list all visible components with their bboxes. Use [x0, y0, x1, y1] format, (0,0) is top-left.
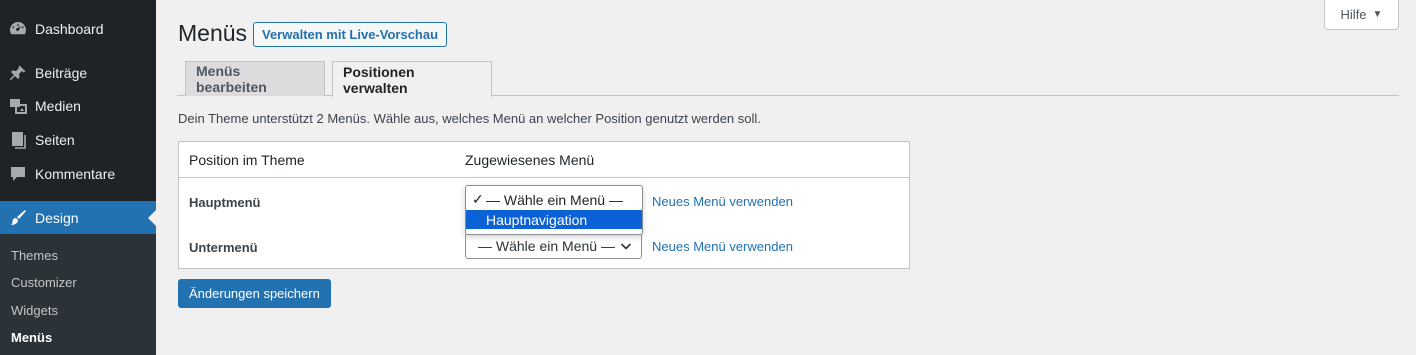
sub-menu-select[interactable]: — Wähle ein Menü — — [465, 233, 642, 259]
page-title: Menüs — [178, 20, 248, 46]
comment-icon — [8, 164, 28, 184]
new-menu-link-sub[interactable]: Neues Menü verwenden — [652, 239, 793, 254]
media-icon — [8, 96, 28, 116]
sidebar-item-label: Medien — [35, 98, 81, 114]
submenu-item-widgets[interactable]: Widgets — [11, 303, 58, 318]
sidebar-item-label: Kommentare — [35, 166, 116, 182]
sidebar-item-label: Beiträge — [35, 65, 88, 81]
tab-edit-menus[interactable]: Menüs bearbeiten — [185, 61, 325, 96]
sidebar-item-dashboard[interactable]: Dashboard — [0, 12, 156, 46]
pages-icon — [8, 130, 28, 150]
brush-icon — [8, 208, 28, 228]
new-menu-link-main[interactable]: Neues Menü verwenden — [652, 194, 793, 209]
help-label: Hilfe — [1340, 7, 1367, 22]
column-header-position: Position im Theme — [189, 152, 305, 168]
chevron-down-icon — [620, 243, 632, 250]
option-label: — Wähle ein Menü — — [486, 191, 623, 208]
save-changes-button[interactable]: Änderungen speichern — [178, 279, 331, 308]
dropdown-option-choose[interactable]: ✓ — Wähle ein Menü — — [466, 190, 642, 209]
menu-locations-table: Position im Theme Zugewiesenes Menü Haup… — [178, 141, 910, 269]
submenu-item-menus[interactable]: Menüs — [11, 330, 52, 345]
main-menu-select-dropdown[interactable]: ✓ — Wähle ein Menü — Hauptnavigation — [465, 185, 643, 235]
sidebar-item-media[interactable]: Medien — [0, 89, 156, 123]
sidebar-item-posts[interactable]: Beiträge — [0, 56, 156, 90]
help-button[interactable]: Hilfe ▼ — [1324, 0, 1399, 30]
sidebar-item-label: Dashboard — [35, 21, 104, 37]
tab-manage-locations[interactable]: Positionen verwalten — [332, 61, 492, 97]
table-header: Position im Theme Zugewiesenes Menü — [179, 142, 909, 178]
column-header-menu: Zugewiesenes Menü — [465, 152, 595, 168]
live-preview-button[interactable]: Verwalten mit Live-Vorschau — [253, 22, 448, 47]
sidebar-item-pages[interactable]: Seiten — [0, 123, 156, 157]
pin-icon — [8, 63, 28, 83]
submenu-item-themes[interactable]: Themes — [11, 248, 58, 263]
design-submenu: Themes Customizer Widgets Menüs — [0, 234, 156, 355]
row-label-sub-menu: Untermenü — [189, 240, 258, 255]
submenu-item-customizer[interactable]: Customizer — [11, 275, 77, 290]
caret-down-icon: ▼ — [1372, 9, 1383, 20]
sidebar-item-label: Design — [35, 210, 79, 226]
dashboard-icon — [8, 19, 28, 39]
sidebar-item-comments[interactable]: Kommentare — [0, 157, 156, 191]
sidebar-item-label: Seiten — [35, 132, 75, 148]
dropdown-option-main-navigation[interactable]: Hauptnavigation — [466, 210, 642, 229]
admin-sidebar: Dashboard Beiträge Medien Seiten Komment… — [0, 0, 156, 355]
checkmark-icon: ✓ — [472, 191, 484, 207]
intro-text: Dein Theme unterstützt 2 Menüs. Wähle au… — [178, 111, 761, 126]
row-label-main-menu: Hauptmenü — [189, 195, 261, 210]
select-value: — Wähle ein Menü — — [478, 238, 615, 254]
sidebar-item-design[interactable]: Design — [0, 201, 156, 235]
